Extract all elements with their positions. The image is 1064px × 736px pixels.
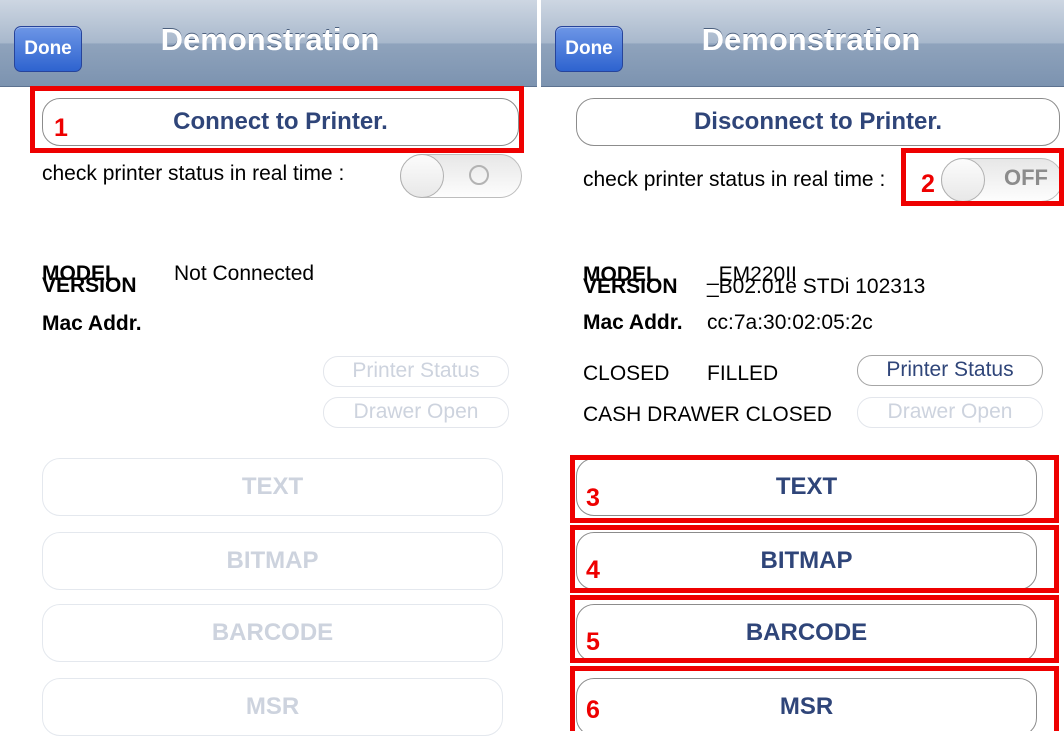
- version-value: _B02.01e STDi 102313: [707, 275, 926, 298]
- annotation-number-2: 2: [921, 170, 935, 198]
- nav-title: Demonstration: [160, 22, 380, 57]
- annotation-box-4: [570, 525, 1059, 593]
- annotation-number-6: 6: [586, 696, 600, 724]
- drawer-open-button[interactable]: Drawer Open: [857, 397, 1043, 428]
- nav-bar: Done Demonstration: [0, 0, 537, 87]
- cover-status: CLOSED: [583, 362, 670, 385]
- annotation-box-3: [570, 455, 1059, 523]
- nav-title: Demonstration: [701, 22, 921, 57]
- model-value: Not Connected: [174, 262, 315, 285]
- realtime-status-label: check printer status in real time :: [583, 168, 886, 191]
- annotation-number-4: 4: [586, 556, 600, 584]
- annotation-number-5: 5: [586, 628, 600, 656]
- annotation-box-5: [570, 595, 1059, 663]
- toggle-off-icon: [469, 165, 489, 185]
- printer-status-button[interactable]: Printer Status: [857, 355, 1043, 386]
- disconnect-printer-button[interactable]: Disconnect to Printer.: [576, 98, 1060, 146]
- annotation-number-3: 3: [586, 484, 600, 512]
- nav-bar: Done Demonstration: [541, 0, 1064, 87]
- cash-drawer-status: CASH DRAWER CLOSED: [583, 403, 832, 426]
- connect-printer-button[interactable]: Connect to Printer.: [42, 98, 519, 146]
- mac-address-value: cc:7a:30:02:05:2c: [707, 311, 873, 334]
- right-screen: Done Demonstration Disconnect to Printer…: [541, 0, 1064, 731]
- mac-address-label: Mac Addr.: [583, 311, 683, 334]
- realtime-status-toggle[interactable]: [400, 154, 522, 198]
- toggle-knob: [400, 154, 444, 198]
- done-button[interactable]: Done: [555, 26, 623, 72]
- model-label: MODEL: [42, 262, 118, 285]
- annotation-box-6: [570, 666, 1059, 731]
- realtime-status-label: check printer status in real time :: [42, 162, 345, 185]
- version-label: VERSION: [583, 275, 678, 298]
- paper-status: FILLED: [707, 362, 779, 385]
- done-button[interactable]: Done: [14, 26, 82, 72]
- left-screen: Done Demonstration Connect to Printer. c…: [0, 0, 537, 731]
